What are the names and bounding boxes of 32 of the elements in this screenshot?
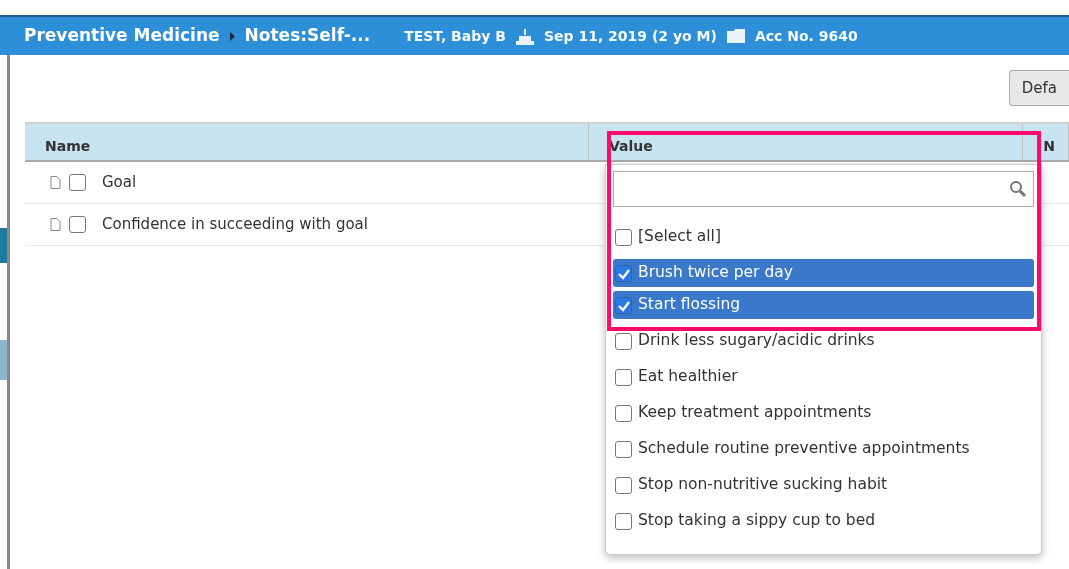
option-label[interactable]: Stop taking a sippy cup to bed: [638, 509, 875, 533]
birth-date: Sep 11, 2019 (2 yo M): [543, 26, 717, 46]
column-header: Name: [25, 123, 589, 161]
folder-icon: [726, 29, 745, 43]
checkbox[interactable]: [615, 440, 632, 458]
row-label: Goal: [102, 172, 137, 193]
checkbox[interactable]: [615, 264, 632, 282]
checkbox[interactable]: [615, 476, 632, 494]
row-label: Confidence in succeeding with goal: [102, 213, 368, 235]
checkbox[interactable]: [615, 368, 632, 386]
checkbox[interactable]: [615, 512, 632, 530]
caret-icon: [229, 31, 235, 41]
checkbox[interactable]: [615, 404, 632, 422]
option-label[interactable]: Stop non-nutritive sucking habit: [638, 473, 888, 497]
document-icon: [50, 175, 61, 189]
checkbox[interactable]: [615, 332, 632, 350]
cake-icon: [515, 27, 534, 45]
option-label[interactable]: Schedule routine preventive appointments: [638, 437, 970, 461]
search-field[interactable]: [613, 171, 1034, 207]
checkbox[interactable]: [615, 296, 632, 314]
account-number: Acc No. 9640: [754, 26, 858, 46]
default-button[interactable]: Defa: [1008, 70, 1069, 106]
option-label[interactable]: [Select all]: [638, 225, 721, 249]
option-label[interactable]: Keep treatment appointments: [638, 401, 872, 425]
option-label[interactable]: Drink less sugary/acidic drinks: [638, 329, 875, 353]
option-label[interactable]: Eat healthier: [638, 365, 738, 389]
document-icon: [50, 217, 61, 231]
checkbox[interactable]: [69, 173, 86, 191]
patient-name: TEST, Baby B: [404, 26, 506, 46]
checkbox[interactable]: [69, 215, 86, 233]
search-icon: [1009, 180, 1027, 198]
checkbox[interactable]: [615, 228, 632, 246]
